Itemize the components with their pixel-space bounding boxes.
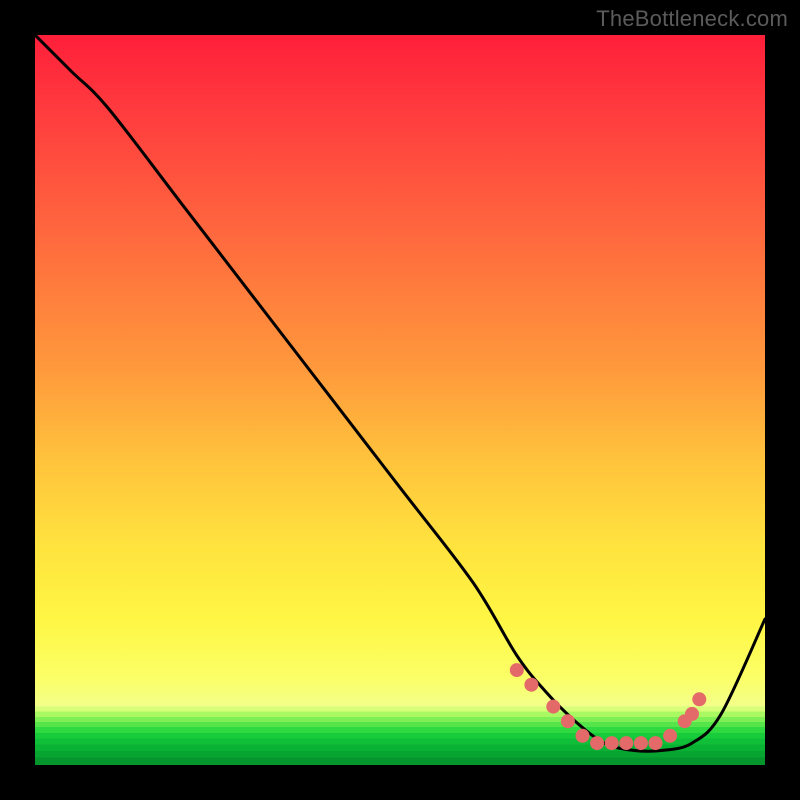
highlight-bead (605, 736, 619, 750)
highlight-bead (546, 700, 560, 714)
highlight-bead (576, 729, 590, 743)
highlight-bead (510, 663, 524, 677)
highlight-bead (692, 692, 706, 706)
highlight-bead (524, 678, 538, 692)
curve-layer (35, 35, 765, 765)
highlight-bead (649, 736, 663, 750)
chart-frame: TheBottleneck.com (0, 0, 800, 800)
bottleneck-curve (35, 35, 765, 751)
plot-area (35, 35, 765, 765)
highlight-bead (619, 736, 633, 750)
highlight-bead (685, 707, 699, 721)
highlight-bead (663, 729, 677, 743)
watermark-text: TheBottleneck.com (596, 6, 788, 32)
highlight-beads-group (510, 663, 707, 750)
highlight-bead (561, 714, 575, 728)
highlight-bead (634, 736, 648, 750)
highlight-bead (590, 736, 604, 750)
